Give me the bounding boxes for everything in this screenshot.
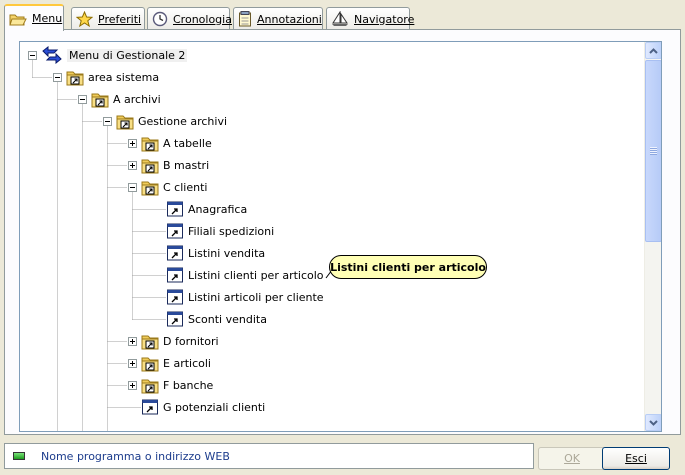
- program-shortcut-icon: [166, 266, 184, 284]
- expand-toggle[interactable]: [128, 139, 137, 148]
- tree-program[interactable]: G potenziali clienti: [141, 397, 265, 417]
- expand-toggle[interactable]: [128, 381, 137, 390]
- tree-program[interactable]: Sconti vendita: [166, 309, 267, 329]
- status-led-icon: [13, 452, 25, 460]
- tree-folder[interactable]: A archivi: [91, 89, 161, 109]
- tree-folder[interactable]: E articoli: [141, 353, 211, 373]
- expand-toggle[interactable]: [128, 161, 137, 170]
- folder-shortcut-icon: [141, 376, 159, 394]
- ok-button[interactable]: OK: [538, 447, 606, 470]
- collapse-toggle[interactable]: [128, 183, 137, 192]
- exit-button[interactable]: Esci: [602, 447, 670, 470]
- collapse-toggle[interactable]: [28, 51, 37, 60]
- tree-node-label: Listini articoli per cliente: [188, 290, 324, 304]
- tab-panel-menu: Menu di Gestionale 2 area sistema A archiv…: [4, 29, 681, 435]
- collapse-toggle[interactable]: [78, 95, 87, 104]
- expand-toggle[interactable]: [128, 359, 137, 368]
- tree-root-label: Menu di Gestionale 2: [67, 48, 188, 62]
- scroll-thumb[interactable]: [645, 60, 661, 242]
- program-shortcut-icon: [166, 244, 184, 262]
- expand-toggle[interactable]: [128, 337, 137, 346]
- tree-node-label: Gestione archivi: [138, 114, 228, 128]
- tab-cronologia[interactable]: Cronologia: [147, 7, 232, 30]
- tab-menu[interactable]: Menu: [4, 4, 64, 31]
- tab-preferiti[interactable]: Preferiti: [71, 7, 145, 30]
- tree-program[interactable]: Listini articoli per cliente: [166, 287, 324, 307]
- folder-shortcut-icon: [141, 134, 159, 152]
- folder-shortcut-icon: [141, 332, 159, 350]
- tree-program[interactable]: Filiali spedizioni: [166, 221, 274, 241]
- status-text: Nome programma o indirizzo WEB: [41, 449, 230, 463]
- tree-folder[interactable]: B mastri: [141, 155, 209, 175]
- folder-shortcut-icon: [141, 178, 159, 196]
- program-shortcut-icon: [166, 310, 184, 328]
- tooltip: Listini clienti per articolo: [329, 255, 487, 279]
- tree-node-label: A tabelle: [163, 136, 212, 150]
- folder-shortcut-icon: [116, 112, 134, 130]
- status-bar: Nome programma o indirizzo WEB: [4, 443, 534, 469]
- program-shortcut-icon: [141, 398, 159, 416]
- tree-folder[interactable]: A tabelle: [141, 133, 212, 153]
- tab-label: Menu: [32, 12, 63, 25]
- menu-tree[interactable]: Menu di Gestionale 2 area sistema A archiv…: [19, 41, 662, 432]
- tree-program[interactable]: Anagrafica: [166, 199, 247, 219]
- tree-node-label: area sistema: [88, 70, 160, 84]
- tab-label: Preferiti: [98, 12, 142, 26]
- tree-node-label: Listini vendita: [188, 246, 266, 260]
- tree-node-label: Anagrafica: [188, 202, 248, 216]
- menu-root-icon: [41, 45, 63, 65]
- vertical-scrollbar[interactable]: [644, 42, 661, 431]
- tree-node-label: A archivi: [113, 92, 161, 106]
- collapse-toggle[interactable]: [103, 117, 112, 126]
- folder-shortcut-icon: [91, 90, 109, 108]
- folder-shortcut-icon: [141, 354, 159, 372]
- scroll-up-button[interactable]: [645, 42, 661, 59]
- tree-node-label: Listini clienti per articolo: [188, 268, 324, 282]
- program-shortcut-icon: [166, 222, 184, 240]
- star-icon: [76, 11, 93, 27]
- exit-button-label: Esci: [625, 452, 647, 465]
- tree-node-label: D fornitori: [163, 334, 219, 348]
- tree-folder[interactable]: Gestione archivi: [116, 111, 227, 131]
- tree-folder[interactable]: area sistema: [66, 67, 159, 87]
- folder-open-icon: [9, 11, 27, 27]
- tree-folder[interactable]: C clienti: [141, 177, 207, 197]
- notepad-icon: [238, 11, 252, 27]
- ok-button-label: OK: [564, 452, 580, 465]
- tree-folder[interactable]: F banche: [141, 375, 213, 395]
- tree-node-label: G potenziali clienti: [163, 400, 266, 414]
- scroll-down-button[interactable]: [645, 414, 661, 431]
- tree-node-label: F banche: [163, 378, 214, 392]
- chevron-down-icon: [649, 419, 658, 426]
- clock-icon: [152, 11, 168, 27]
- tree-node-label: B mastri: [163, 158, 210, 172]
- folder-shortcut-icon: [141, 156, 159, 174]
- chevron-up-icon: [649, 47, 658, 54]
- tree-root[interactable]: Menu di Gestionale 2: [41, 45, 188, 65]
- program-shortcut-icon: [166, 288, 184, 306]
- tab-label: Cronologia: [173, 12, 232, 26]
- tree-program[interactable]: Listini clienti per articolo: [166, 265, 324, 285]
- tree-node-label: Filiali spedizioni: [188, 224, 275, 238]
- collapse-toggle[interactable]: [53, 73, 62, 82]
- tab-annotazioni[interactable]: Annotazioni: [233, 7, 323, 30]
- tree-node-label: E articoli: [163, 356, 211, 370]
- tab-navigatore[interactable]: Navigatore: [326, 7, 414, 30]
- scroll-grip: [650, 147, 657, 155]
- tree-program[interactable]: Listini vendita: [166, 243, 265, 263]
- tree-node-label: Sconti vendita: [188, 312, 267, 326]
- tab-label: Annotazioni: [257, 12, 322, 26]
- folder-shortcut-icon: [66, 68, 84, 86]
- tooltip-text: Listini clienti per articolo: [330, 260, 486, 274]
- sailboat-icon: [331, 11, 349, 27]
- tab-label: Navigatore: [354, 12, 415, 26]
- program-shortcut-icon: [166, 200, 184, 218]
- tree-folder[interactable]: D fornitori: [141, 331, 219, 351]
- tree-node-label: C clienti: [163, 180, 208, 194]
